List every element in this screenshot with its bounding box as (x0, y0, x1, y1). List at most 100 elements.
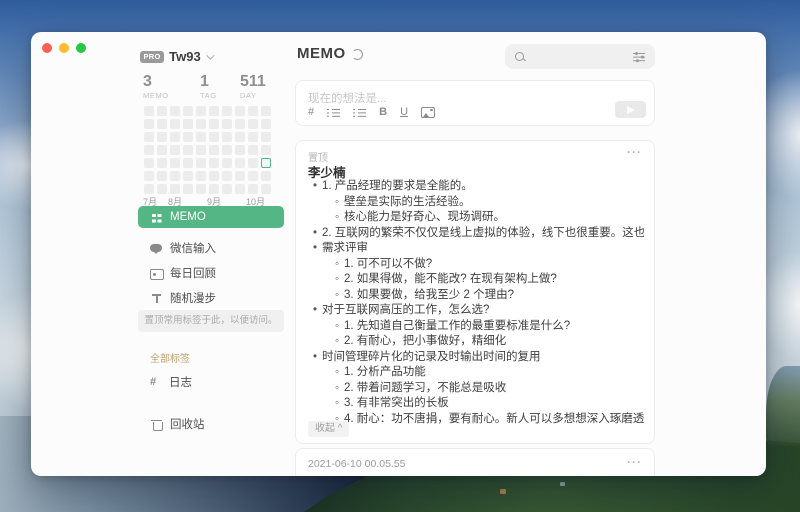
heatmap-cell[interactable] (157, 158, 167, 168)
heatmap-cell[interactable] (196, 106, 206, 116)
heatmap-cell[interactable] (222, 106, 232, 116)
heatmap-cell[interactable] (144, 184, 154, 194)
heatmap-cell[interactable] (209, 132, 219, 142)
heatmap-cell[interactable] (170, 184, 180, 194)
hash-tag-button[interactable]: # (308, 105, 314, 119)
heatmap-cell[interactable] (261, 145, 271, 155)
heatmap-cell[interactable] (222, 119, 232, 129)
heatmap-cell[interactable] (170, 158, 180, 168)
heatmap-cell[interactable] (170, 171, 180, 181)
heatmap-cell[interactable] (183, 158, 193, 168)
memo-list-item: ◦2. 带着问题学习，不能总是吸收 (308, 381, 644, 397)
search-box[interactable] (505, 44, 655, 69)
heatmap-cell[interactable] (261, 119, 271, 129)
heatmap-cell[interactable] (222, 184, 232, 194)
heatmap-cell[interactable] (157, 184, 167, 194)
minimize-button[interactable] (59, 43, 69, 53)
heatmap-cell[interactable] (261, 158, 271, 168)
heatmap-cell[interactable] (157, 119, 167, 129)
heatmap-cell[interactable] (248, 132, 258, 142)
heatmap-cell[interactable] (196, 158, 206, 168)
heatmap-cell[interactable] (222, 158, 232, 168)
heatmap-cell[interactable] (248, 145, 258, 155)
heatmap-cell[interactable] (144, 119, 154, 129)
search-input[interactable] (531, 51, 633, 63)
sidebar-tag-journal[interactable]: # 日志 (138, 372, 284, 392)
heatmap-cell[interactable] (235, 132, 245, 142)
bold-button[interactable]: B (379, 105, 387, 119)
user-menu[interactable]: PRO Tw93 (140, 49, 212, 64)
image-button[interactable] (421, 107, 435, 118)
heatmap-cell[interactable] (235, 119, 245, 129)
heatmap-cell[interactable] (222, 132, 232, 142)
close-button[interactable] (42, 43, 52, 53)
heatmap-cell[interactable] (248, 106, 258, 116)
sidebar-item-memo[interactable]: MEMO (138, 206, 284, 228)
zoom-button[interactable] (76, 43, 86, 53)
sidebar-item-random-walk[interactable]: 随机漫步 (138, 287, 284, 309)
heatmap-cell[interactable] (157, 106, 167, 116)
heatmap-cell[interactable] (196, 184, 206, 194)
all-tags-toggle[interactable]: 全部标签 (150, 350, 190, 365)
more-menu-icon[interactable]: ··· (627, 146, 642, 158)
heatmap-cell[interactable] (235, 171, 245, 181)
heatmap-cell[interactable] (248, 171, 258, 181)
heatmap-cell[interactable] (196, 171, 206, 181)
bullet-list-button[interactable] (353, 107, 366, 118)
ordered-list-button[interactable] (327, 107, 340, 118)
filter-sliders-icon[interactable] (633, 51, 646, 63)
heatmap-cell[interactable] (183, 145, 193, 155)
heatmap-cell[interactable] (248, 119, 258, 129)
memo-composer[interactable]: 现在的想法是... # B U (295, 80, 655, 126)
heatmap-cell[interactable] (261, 171, 271, 181)
collapse-button[interactable]: 收起 ^ (308, 421, 349, 437)
more-menu-icon[interactable]: ··· (627, 456, 642, 468)
sidebar-item-daily-review[interactable]: 每日回顾 (138, 262, 284, 284)
heatmap-cell[interactable] (261, 132, 271, 142)
heatmap-cell[interactable] (144, 158, 154, 168)
heatmap-cell[interactable] (248, 184, 258, 194)
heatmap-cell[interactable] (222, 145, 232, 155)
heatmap-cell[interactable] (170, 119, 180, 129)
heatmap-cell[interactable] (235, 184, 245, 194)
heatmap-cell[interactable] (235, 106, 245, 116)
heatmap-cell[interactable] (222, 171, 232, 181)
heatmap-cell[interactable] (183, 132, 193, 142)
heatmap-cell[interactable] (144, 106, 154, 116)
sidebar-item-wechat-input[interactable]: 微信输入 (138, 237, 284, 259)
sidebar-item-trash[interactable]: 回收站 (138, 414, 284, 434)
heatmap-cell[interactable] (248, 158, 258, 168)
heatmap-cell[interactable] (170, 145, 180, 155)
memo-list-item: ◦3. 如果要做，给我至少 2 个理由? (308, 288, 644, 304)
underline-button[interactable]: U (400, 105, 408, 119)
heatmap-cell[interactable] (183, 171, 193, 181)
heatmap-cell[interactable] (209, 158, 219, 168)
heatmap-cell[interactable] (196, 132, 206, 142)
heatmap-cell[interactable] (209, 106, 219, 116)
heatmap-cell[interactable] (144, 171, 154, 181)
heatmap-cell[interactable] (157, 132, 167, 142)
heatmap-cell[interactable] (157, 171, 167, 181)
heatmap-cell[interactable] (144, 132, 154, 142)
heatmap-cell[interactable] (157, 145, 167, 155)
heatmap-cell[interactable] (144, 145, 154, 155)
heatmap-cell[interactable] (235, 158, 245, 168)
heatmap-cell[interactable] (196, 119, 206, 129)
heatmap-cell[interactable] (183, 119, 193, 129)
heatmap-cell[interactable] (170, 132, 180, 142)
heatmap-cell[interactable] (261, 184, 271, 194)
heatmap-cell[interactable] (183, 106, 193, 116)
sidebar: PRO Tw93 3 MEMO 1 TAG 511 DAY 7月 8月 9月 (138, 32, 284, 476)
heatmap-cell[interactable] (209, 145, 219, 155)
stat-label: TAG (200, 91, 217, 100)
heatmap-cell[interactable] (170, 106, 180, 116)
heatmap-cell[interactable] (235, 145, 245, 155)
heatmap-cell[interactable] (209, 119, 219, 129)
heatmap-cell[interactable] (196, 145, 206, 155)
heatmap-cell[interactable] (261, 106, 271, 116)
heatmap-cell[interactable] (209, 184, 219, 194)
refresh-icon[interactable] (352, 48, 363, 59)
heatmap-cell[interactable] (209, 171, 219, 181)
send-button[interactable] (615, 101, 646, 118)
heatmap-cell[interactable] (183, 184, 193, 194)
